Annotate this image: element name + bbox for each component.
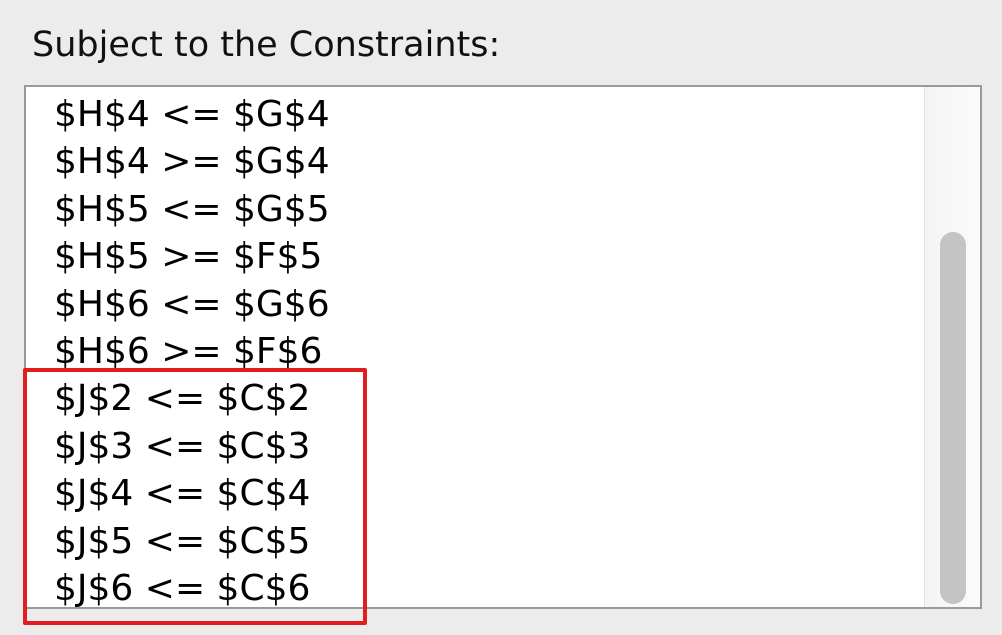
vertical-scrollbar[interactable] <box>924 87 980 607</box>
constraint-row[interactable]: $H$5 >= $F$5 <box>26 233 920 280</box>
constraint-row[interactable]: $J$4 <= $C$4 <box>26 470 920 517</box>
constraint-row[interactable]: $J$3 <= $C$3 <box>26 423 920 470</box>
constraint-row[interactable]: $H$5 <= $G$5 <box>26 186 920 233</box>
constraint-row[interactable]: $H$6 >= $F$6 <box>26 328 920 375</box>
constraint-row[interactable]: $J$6 <= $C$6 <box>26 565 920 607</box>
constraint-row[interactable]: $J$5 <= $C$5 <box>26 518 920 565</box>
scrollbar-thumb[interactable] <box>940 232 966 604</box>
constraints-listbox[interactable]: $H$4 <= $G$4 $H$4 >= $G$4 $H$5 <= $G$5 $… <box>24 85 982 609</box>
constraint-row[interactable]: $H$4 >= $G$4 <box>26 138 920 185</box>
constraint-row[interactable]: $H$4 <= $G$4 <box>26 91 920 138</box>
constraints-label: Subject to the Constraints: <box>32 25 501 65</box>
constraint-row[interactable]: $H$6 <= $G$6 <box>26 281 920 328</box>
constraint-row[interactable]: $J$2 <= $C$2 <box>26 375 920 422</box>
constraints-list: $H$4 <= $G$4 $H$4 >= $G$4 $H$5 <= $G$5 $… <box>26 87 920 607</box>
